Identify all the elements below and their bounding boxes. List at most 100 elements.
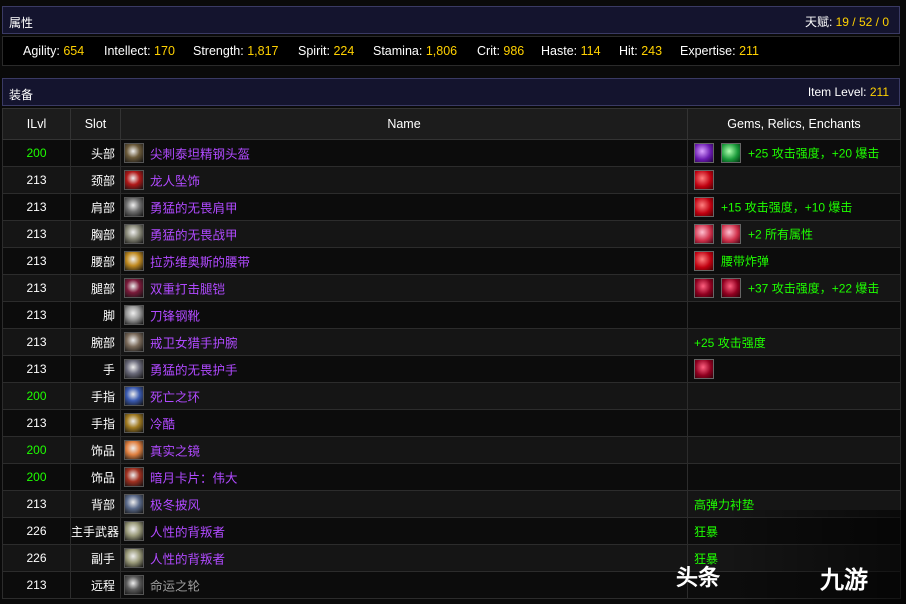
item-ilvl: 213: [2, 247, 71, 275]
item-name-link[interactable]: 真实之镜: [150, 445, 200, 459]
table-row: 213 手 勇猛的无畏护手: [2, 355, 901, 383]
item-icon[interactable]: [124, 278, 144, 298]
table-header-row: ILvl Slot Name Gems, Relics, Enchants: [2, 108, 901, 140]
stat-item: Spirit: 224: [298, 44, 354, 58]
item-name-link[interactable]: 龙人坠饰: [150, 175, 200, 189]
equipment-header: 装备 Item Level: 211: [2, 78, 900, 106]
item-name-cell: 尖刺泰坦精钢头盔: [120, 139, 688, 167]
column-ilvl[interactable]: ILvl: [2, 108, 71, 140]
table-row: 200 饰品 暗月卡片：伟大: [2, 463, 901, 491]
item-ilvl: 200: [2, 436, 71, 464]
item-level-summary: Item Level: 211: [808, 85, 889, 99]
item-ilvl: 213: [2, 328, 71, 356]
column-slot[interactable]: Slot: [70, 108, 121, 140]
stat-value: 211: [739, 44, 760, 58]
item-name-link[interactable]: 命运之轮: [150, 580, 200, 594]
stat-label: Stamina:: [373, 44, 423, 58]
stat-label: Spirit:: [298, 44, 330, 58]
stat-value: 986: [503, 44, 525, 58]
item-name-link[interactable]: 双重打击腿铠: [150, 283, 225, 297]
stat-item: Expertise: 211: [680, 44, 759, 58]
gem-icon[interactable]: [721, 278, 741, 298]
enchant-text: 狂暴: [694, 524, 719, 539]
item-name-cell: 暗月卡片：伟大: [120, 463, 688, 491]
table-row: 213 腿部 双重打击腿铠 +37 攻击强度，+22 爆击: [2, 274, 901, 302]
item-name-cell: 双重打击腿铠: [120, 274, 688, 302]
item-icon[interactable]: [124, 224, 144, 244]
item-icon[interactable]: [124, 359, 144, 379]
item-name-cell: 刀锋钢靴: [120, 301, 688, 329]
item-slot: 颈部: [70, 166, 121, 194]
item-name-link[interactable]: 尖刺泰坦精钢头盔: [150, 148, 250, 162]
table-row: 213 脚 刀锋钢靴: [2, 301, 901, 329]
item-ilvl: 213: [2, 490, 71, 518]
item-icon[interactable]: [124, 494, 144, 514]
stat-value: 1,806: [425, 44, 458, 58]
item-icon[interactable]: [124, 197, 144, 217]
item-slot: 头部: [70, 139, 121, 167]
gem-icon[interactable]: [694, 359, 714, 379]
gem-icon[interactable]: [694, 224, 714, 244]
stat-item: Stamina: 1,806: [373, 44, 457, 58]
column-gems[interactable]: Gems, Relics, Enchants: [687, 108, 901, 140]
item-name-link[interactable]: 戒卫女猎手护腕: [150, 337, 238, 351]
equipment-title: 装备: [9, 88, 34, 102]
gem-icon[interactable]: [694, 251, 714, 271]
stat-label: Strength:: [193, 44, 244, 58]
item-name-cell: 勇猛的无畏肩甲: [120, 193, 688, 221]
item-icon[interactable]: [124, 467, 144, 487]
table-row: 200 手指 死亡之环: [2, 382, 901, 410]
enchant-text: +2 所有属性: [748, 227, 814, 242]
item-icon[interactable]: [124, 440, 144, 460]
item-name-link[interactable]: 人性的背叛者: [150, 553, 225, 567]
item-name-cell: 勇猛的无畏护手: [120, 355, 688, 383]
item-name-cell: 龙人坠饰: [120, 166, 688, 194]
item-name-cell: 命运之轮: [120, 571, 688, 599]
item-name-link[interactable]: 勇猛的无畏护手: [150, 364, 238, 378]
item-name-link[interactable]: 勇猛的无畏战甲: [150, 229, 238, 243]
gem-icon[interactable]: [721, 224, 741, 244]
gem-icon[interactable]: [694, 170, 714, 190]
item-slot: 脚: [70, 301, 121, 329]
stat-value: 654: [63, 44, 85, 58]
item-name-link[interactable]: 死亡之环: [150, 391, 200, 405]
item-icon[interactable]: [124, 305, 144, 325]
item-name-cell: 极冬披风: [120, 490, 688, 518]
item-icon[interactable]: [124, 170, 144, 190]
gem-icon[interactable]: [694, 278, 714, 298]
item-level-label: Item Level:: [807, 85, 867, 99]
item-icon[interactable]: [124, 521, 144, 541]
item-ilvl: 226: [2, 517, 71, 545]
stat-value: 224: [333, 44, 355, 58]
item-name-link[interactable]: 暗月卡片：伟大: [150, 472, 238, 486]
item-icon[interactable]: [124, 143, 144, 163]
gem-icon[interactable]: [721, 143, 741, 163]
table-row: 213 肩部 勇猛的无畏肩甲 +15 攻击强度，+10 爆击: [2, 193, 901, 221]
item-name-link[interactable]: 冷酷: [150, 418, 175, 432]
item-name-link[interactable]: 刀锋钢靴: [150, 310, 200, 324]
item-slot: 胸部: [70, 220, 121, 248]
column-name[interactable]: Name: [120, 108, 688, 140]
item-ilvl: 213: [2, 301, 71, 329]
item-icon[interactable]: [124, 251, 144, 271]
item-slot: 腕部: [70, 328, 121, 356]
gem-icon[interactable]: [694, 197, 714, 217]
stat-label: Agility:: [23, 44, 60, 58]
talent-summary: 天赋: 19 / 52 / 0: [805, 13, 889, 30]
item-name-cell: 真实之镜: [120, 436, 688, 464]
item-icon[interactable]: [124, 575, 144, 595]
item-icon[interactable]: [124, 332, 144, 352]
gem-icon[interactable]: [694, 143, 714, 163]
item-ilvl: 213: [2, 355, 71, 383]
item-icon[interactable]: [124, 386, 144, 406]
item-name-link[interactable]: 勇猛的无畏肩甲: [150, 202, 238, 216]
stat-value: 114: [580, 44, 601, 58]
item-name-link[interactable]: 人性的背叛者: [150, 526, 225, 540]
enchant-text: +25 攻击强度: [694, 335, 766, 350]
item-icon[interactable]: [124, 548, 144, 568]
item-name-link[interactable]: 拉苏维奥斯的腰带: [150, 256, 250, 270]
item-name-link[interactable]: 极冬披风: [150, 499, 200, 513]
item-gems-cell: +37 攻击强度，+22 爆击: [687, 274, 901, 302]
item-icon[interactable]: [124, 413, 144, 433]
item-slot: 远程: [70, 571, 121, 599]
